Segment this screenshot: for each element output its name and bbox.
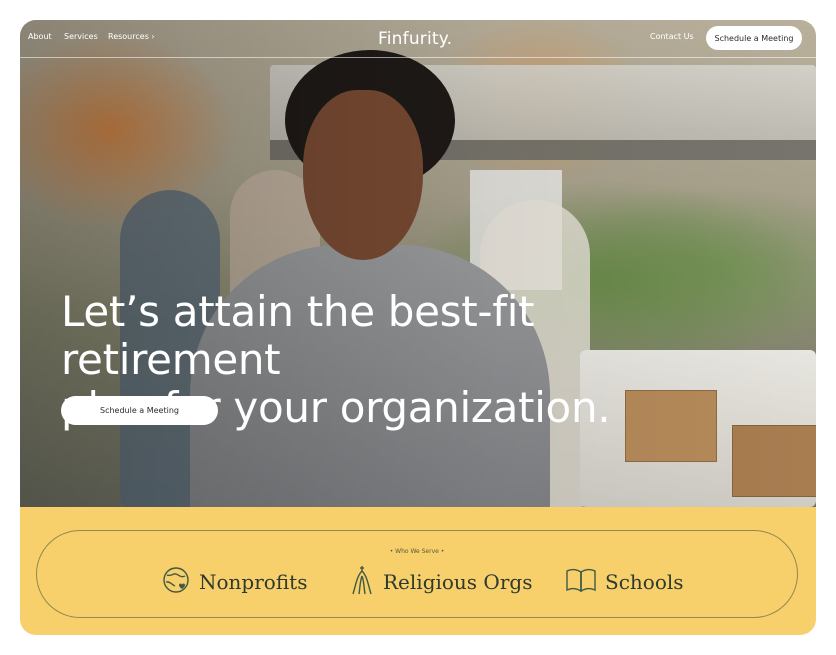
serve-item-religious-orgs[interactable]: Religious Orgs <box>349 565 533 597</box>
serve-item-label: Schools <box>605 570 684 594</box>
nav-services-link[interactable]: Services <box>64 32 98 41</box>
open-book-icon <box>565 567 605 598</box>
globe-heart-icon <box>161 565 199 600</box>
top-nav: About Services Resources › Finfurity. Co… <box>20 20 816 58</box>
nav-resources-link[interactable]: Resources › <box>108 32 155 41</box>
serve-item-label: Nonprofits <box>199 570 308 594</box>
serve-item-schools[interactable]: Schools <box>565 567 684 597</box>
hero-headline-line-1: Let’s attain the best-fit retirement <box>61 287 535 384</box>
serve-item-label: Religious Orgs <box>383 570 533 594</box>
hero-schedule-meeting-button[interactable]: Schedule a Meeting <box>61 396 218 425</box>
steeple-icon <box>349 564 383 601</box>
hero-section: About Services Resources › Finfurity. Co… <box>20 20 816 507</box>
page-frame: About Services Resources › Finfurity. Co… <box>20 20 816 635</box>
hero-overlay <box>20 20 816 507</box>
nav-schedule-meeting-button[interactable]: Schedule a Meeting <box>706 26 802 50</box>
serve-item-nonprofits[interactable]: Nonprofits <box>161 565 308 600</box>
who-we-serve-label: • Who We Serve • <box>389 548 445 555</box>
nav-about-link[interactable]: About <box>28 32 52 41</box>
brand-logo[interactable]: Finfurity. <box>378 29 452 49</box>
who-we-serve-panel: • Who We Serve • Nonprofits Religious Or… <box>36 530 798 618</box>
nav-contact-link[interactable]: Contact Us <box>650 32 694 41</box>
